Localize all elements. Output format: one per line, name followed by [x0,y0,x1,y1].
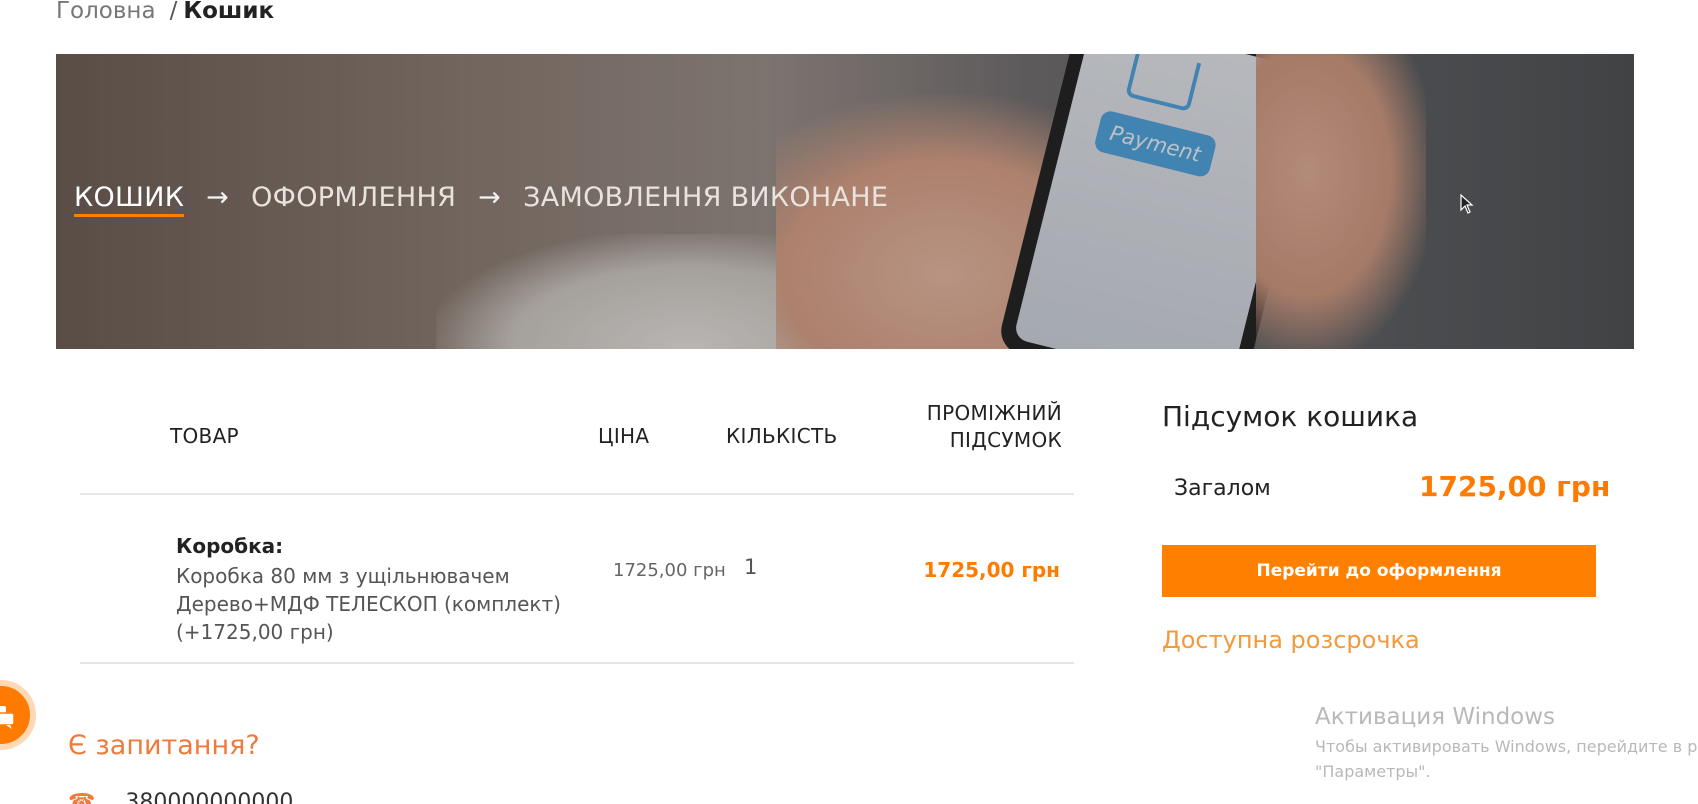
table-divider [80,662,1074,664]
total-label: Загалом [1174,476,1271,501]
phone-number[interactable]: 380000000000 [125,790,293,804]
windows-activation-watermark: Активация Windows Чтобы активировать Win… [1315,704,1698,784]
step-checkout: ОФОРМЛЕННЯ [251,182,457,213]
product-name[interactable]: Коробка: [176,534,576,558]
column-header-product: ТОВАР [170,424,239,448]
watermark-title: Активация Windows [1315,704,1556,730]
column-header-price: ЦІНА [598,424,650,448]
watermark-line1: Чтобы активировать Windows, перейдите в … [1315,737,1698,756]
breadcrumb-home-link[interactable]: Головна [56,0,156,24]
step-arrow-icon: → [478,182,502,213]
contact-phone[interactable]: ☎ 380000000000 [68,790,293,804]
table-divider [80,493,1074,495]
questions-title: Є запитання? [68,730,260,761]
cart-page: Головна / Кошик Payment КОШИК → ОФОРМЛЕННЯ → З… [0,0,1698,804]
breadcrumb-separator: / [169,0,178,24]
summary-title: Підсумок кошика [1162,400,1419,433]
total-value: 1725,00 грн [1419,470,1611,503]
quantity-input[interactable]: 1 [744,555,757,579]
breadcrumb: Головна / Кошик [56,0,274,24]
product-description: Коробка 80 мм з ущільнювачем Дерево+МДФ … [176,564,561,644]
installment-link[interactable]: Доступна розсрочка [1162,626,1420,654]
watermark-line2: "Параметры". [1315,762,1431,781]
phone-icon: ☎ [68,790,96,804]
step-arrow-icon: → [206,182,230,213]
step-cart: КОШИК [74,182,185,217]
breadcrumb-current: Кошик [183,0,275,24]
product-price: 1725,00 грн [613,560,726,581]
column-header-subtotal: ПРОМІЖНИЙ ПІДСУМОК [926,401,1062,452]
column-header-quantity: КІЛЬКІСТЬ [726,424,838,448]
mouse-cursor-icon [1460,194,1474,214]
checkout-steps: КОШИК → ОФОРМЛЕННЯ → ЗАМОВЛЕННЯ ВИКОНАНЕ [74,182,889,217]
hero-banner: Payment КОШИК → ОФОРМЛЕННЯ → ЗАМОВЛЕННЯ ВИКО… [56,54,1634,349]
chat-button[interactable] [0,680,36,750]
step-order-complete: ЗАМОВЛЕННЯ ВИКОНАНЕ [523,182,889,213]
proceed-to-checkout-button[interactable]: Перейти до оформлення [1162,545,1596,597]
chat-icon [0,706,15,729]
product-subtotal: 1725,00 грн [923,558,1060,582]
